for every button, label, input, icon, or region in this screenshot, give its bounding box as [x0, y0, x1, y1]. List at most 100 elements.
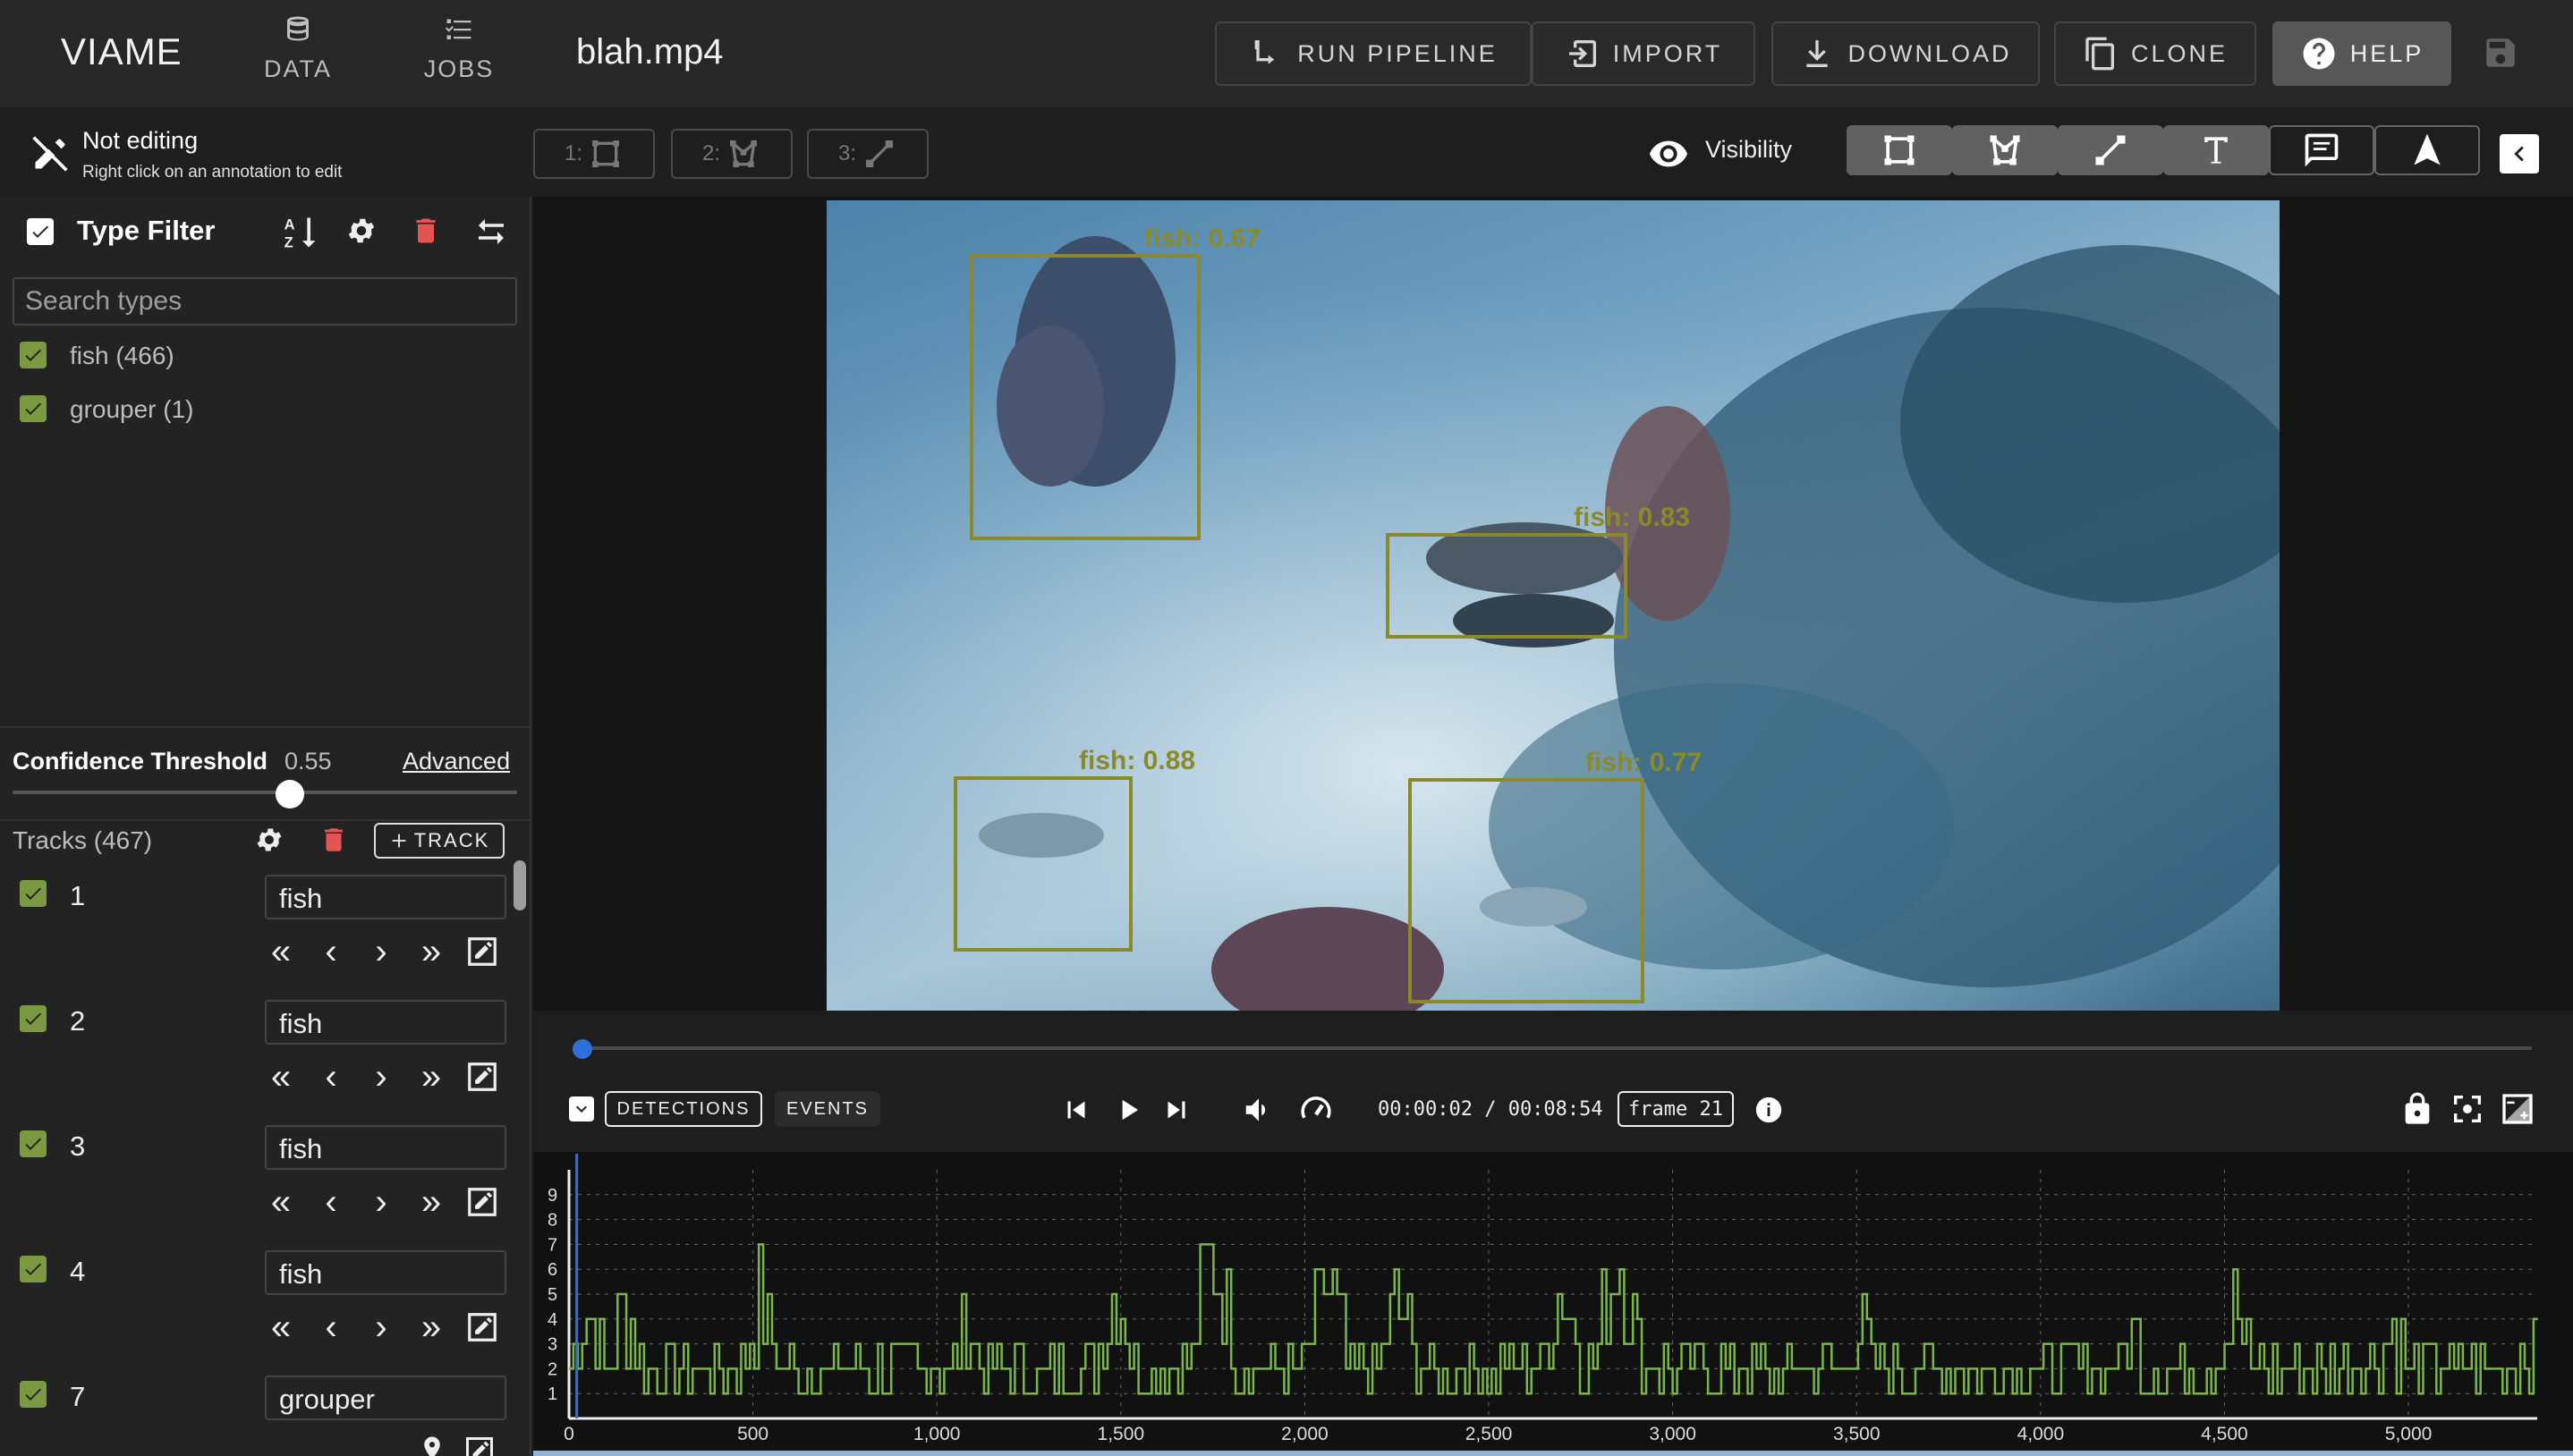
last-frame-button[interactable]: » [415, 1184, 447, 1220]
edit-track-button[interactable] [465, 1310, 497, 1344]
confidence-slider-thumb[interactable] [276, 780, 305, 808]
next-keyframe-button[interactable]: › [365, 1309, 397, 1345]
track-id[interactable]: 7 [70, 1381, 85, 1413]
mode-polygon-button[interactable]: 2: [671, 129, 793, 179]
help-button[interactable]: HELP [2272, 21, 2451, 86]
tab-detections[interactable]: DETECTIONS [605, 1091, 762, 1127]
delete-types-button[interactable] [410, 215, 442, 247]
timeline-chart: 1 2 3 4 5 6 7 8 9 0 500 1,000 1,500 2,000 2,500 3,000 3,… [533, 1154, 2573, 1456]
detection-timeline[interactable]: 1 2 3 4 5 6 7 8 9 0 500 1,000 1,500 2,000 2,500 3,000 3,… [533, 1152, 2573, 1456]
first-frame-button[interactable]: « [265, 1184, 297, 1220]
chevron-left-icon [2514, 146, 2524, 162]
search-types-input[interactable] [13, 277, 517, 326]
detection-box[interactable] [1386, 533, 1627, 639]
image-enhance-button[interactable] [2500, 1091, 2535, 1127]
run-pipeline-button[interactable]: RUN PIPELINE [1215, 21, 1532, 86]
collapse-panel-button[interactable] [2500, 134, 2539, 174]
track-settings-button[interactable] [254, 825, 284, 855]
video-frame[interactable]: fish: 0.67 fish: 0.83 fish: 0.88 fish: 0.77 [827, 200, 2280, 1011]
next-keyframe-button[interactable]: › [365, 934, 397, 969]
detection-box[interactable] [954, 776, 1133, 952]
track-checkbox[interactable] [20, 1005, 47, 1032]
previous-keyframe-button[interactable]: ‹ [315, 1309, 347, 1345]
edit-track-button[interactable] [463, 1435, 496, 1456]
track-checkbox[interactable] [20, 1256, 47, 1282]
seek-bar-thumb[interactable] [572, 1039, 592, 1059]
clone-button[interactable]: CLONE [2054, 21, 2256, 86]
last-frame-button[interactable]: » [415, 934, 447, 969]
lock-camera-button[interactable] [2399, 1091, 2435, 1127]
mode-line-button[interactable]: 3: [807, 129, 929, 179]
visibility-line-toggle[interactable] [2058, 125, 2163, 175]
type-fish-label[interactable]: fish (466) [70, 342, 174, 370]
track-checkbox[interactable] [20, 880, 47, 907]
previous-keyframe-button[interactable]: ‹ [315, 1184, 347, 1220]
track-type-field[interactable]: fish [265, 875, 506, 919]
brand-logo[interactable]: VIAME [61, 30, 183, 73]
frame-number[interactable]: frame 21 [1618, 1091, 1734, 1127]
confidence-slider-track[interactable] [13, 791, 517, 794]
type-fish-checkbox[interactable] [20, 342, 47, 368]
fit-view-button[interactable] [2450, 1091, 2485, 1127]
type-grouper-label[interactable]: grouper (1) [70, 395, 194, 424]
previous-frame-button[interactable] [1059, 1093, 1093, 1127]
play-button[interactable] [1111, 1093, 1145, 1127]
detection-box[interactable] [970, 254, 1201, 540]
volume-button[interactable] [1242, 1093, 1276, 1127]
nav-data[interactable]: DATA [231, 13, 365, 98]
last-frame-button[interactable]: » [415, 1059, 447, 1095]
track-type-field[interactable]: fish [265, 1000, 506, 1045]
seek-bar-track[interactable] [574, 1046, 2532, 1050]
timeline-x-tick: 1,500 [1098, 1424, 1145, 1444]
track-type-field[interactable]: fish [265, 1250, 506, 1295]
next-keyframe-button[interactable]: › [365, 1184, 397, 1220]
track-type-field[interactable]: fish [265, 1125, 506, 1170]
visibility-arrow-toggle[interactable] [2374, 125, 2480, 175]
first-frame-button[interactable]: « [265, 1059, 297, 1095]
type-grouper-checkbox[interactable] [20, 395, 47, 422]
track-id[interactable]: 1 [70, 880, 85, 912]
first-frame-button[interactable]: « [265, 934, 297, 969]
track-list-scrollbar[interactable] [514, 860, 526, 910]
tab-events[interactable]: EVENTS [775, 1091, 880, 1127]
next-keyframe-button[interactable]: › [365, 1059, 397, 1095]
delete-tracks-button[interactable] [318, 825, 349, 855]
previous-keyframe-button[interactable]: ‹ [315, 1059, 347, 1095]
visibility-polygon-toggle[interactable] [1952, 125, 2058, 175]
track-type-field[interactable]: grouper [265, 1376, 506, 1420]
location-pin-icon[interactable] [419, 1435, 446, 1456]
download-button[interactable]: DOWNLOAD [1771, 21, 2040, 86]
visibility-text-toggle[interactable] [2163, 125, 2269, 175]
track-checkbox[interactable] [20, 1130, 47, 1157]
swap-types-button[interactable] [472, 213, 510, 250]
type-settings-button[interactable] [345, 215, 378, 247]
playback-speed-button[interactable] [1297, 1091, 1335, 1129]
visibility-tooltip-toggle[interactable] [2269, 125, 2374, 175]
timeline-y-tick: 5 [548, 1285, 557, 1305]
visibility-eye-icon [1648, 132, 1689, 174]
timeline-toggle-checkbox[interactable] [569, 1096, 594, 1122]
type-filter-checkbox[interactable] [27, 218, 54, 245]
next-frame-button[interactable] [1159, 1093, 1193, 1127]
edit-track-button[interactable] [465, 935, 497, 969]
edit-track-button[interactable] [465, 1060, 497, 1094]
track-id[interactable]: 3 [70, 1130, 85, 1163]
add-track-button[interactable]: TRACK [374, 823, 505, 859]
track-id[interactable]: 4 [70, 1256, 85, 1288]
last-frame-button[interactable]: » [415, 1309, 447, 1345]
import-button[interactable]: IMPORT [1532, 21, 1755, 86]
detection-box[interactable] [1408, 778, 1644, 1003]
advanced-link[interactable]: Advanced [403, 748, 510, 775]
nav-jobs[interactable]: JOBS [392, 13, 526, 98]
sort-button[interactable]: AZ [281, 213, 320, 252]
save-button[interactable] [2482, 34, 2519, 72]
previous-keyframe-button[interactable]: ‹ [315, 934, 347, 969]
track-checkbox[interactable] [20, 1381, 47, 1408]
visibility-rectangle-toggle[interactable] [1847, 125, 1952, 175]
edit-track-button[interactable] [465, 1185, 497, 1219]
mode-rectangle-button[interactable]: 1: [533, 129, 655, 179]
visibility-label: Visibility [1705, 136, 1793, 163]
info-button[interactable] [1754, 1095, 1784, 1125]
first-frame-button[interactable]: « [265, 1309, 297, 1345]
track-id[interactable]: 2 [70, 1005, 85, 1037]
